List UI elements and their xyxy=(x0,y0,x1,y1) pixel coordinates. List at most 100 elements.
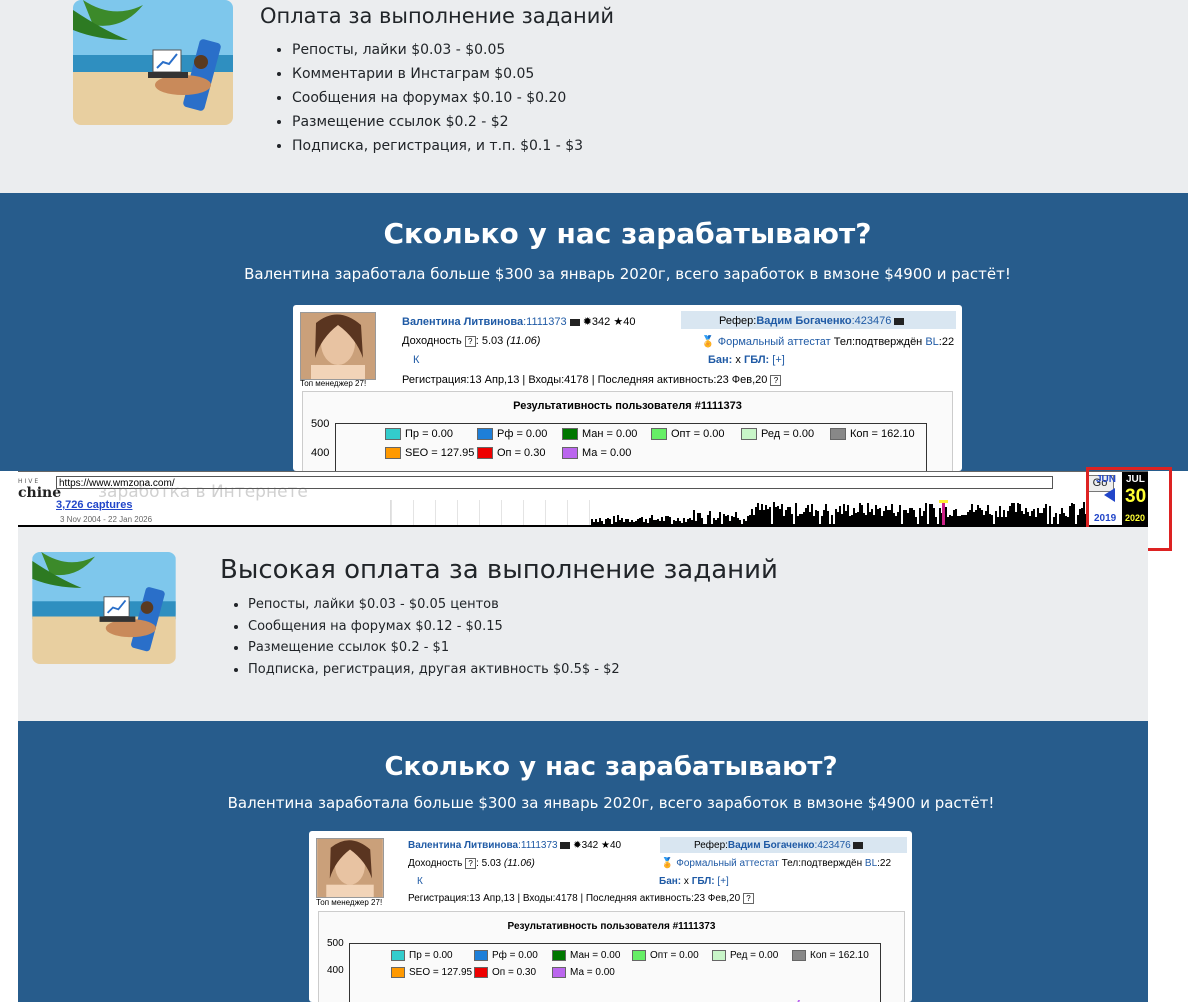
performance-chart: Результативность пользователя #1111373 5… xyxy=(318,911,905,1002)
legend-item-ma: Ма = 0.00 xyxy=(552,967,615,978)
user-name-link[interactable]: Валентина Литвинова xyxy=(402,316,523,328)
legend-swatch xyxy=(477,428,493,441)
star-count: 40 xyxy=(623,316,636,328)
referrer-id[interactable]: :423476 xyxy=(815,840,851,851)
reg-line: Регистрация:13 Апр,13 | Входы:4178 | Пос… xyxy=(402,374,782,386)
captures-sparkline[interactable] xyxy=(390,500,1087,525)
task-item: Подписка, регистрация, и т.п. $0.1 - $3 xyxy=(292,134,583,158)
task-item: Сообщения на форумах $0.12 - $0.15 xyxy=(248,616,620,638)
legend-swatch xyxy=(477,447,493,460)
help-icon[interactable]: ? xyxy=(465,858,477,869)
wayback-url-input[interactable]: https://www.wmzona.com/ xyxy=(56,476,1053,489)
phone-text: Тел:подтверждён xyxy=(778,858,865,869)
sparkline-bar xyxy=(769,507,771,525)
envelope-icon[interactable] xyxy=(853,841,864,849)
attest-link[interactable]: Формальный аттестат xyxy=(676,858,779,869)
sparkline-bar xyxy=(1049,505,1051,525)
referrer-name-link[interactable]: Вадим Богаченко xyxy=(728,840,815,851)
legend-swatch xyxy=(830,428,846,441)
attest-line: 🏅 Формальный аттестат Тел:подтверждён BL… xyxy=(701,335,954,348)
referrer-id[interactable]: :423476 xyxy=(852,315,892,327)
wayback-toolbar: HIVE chine заработка в Интернете https:/… xyxy=(18,471,1148,528)
legend-item-op: Оп = 0.30 xyxy=(477,447,545,460)
sparkline-gridline xyxy=(457,500,458,525)
legend-item-pr: Пр = 0.00 xyxy=(385,428,453,441)
sparkline-bars xyxy=(391,500,1087,525)
referrer-label: Рефер: xyxy=(694,840,728,851)
k-link[interactable]: К xyxy=(413,354,419,366)
help-icon[interactable]: ? xyxy=(770,374,782,386)
performance-chart: Результативность пользователя #1111373 5… xyxy=(302,391,953,471)
ban-value: х xyxy=(681,876,692,887)
task-item: Сообщения на форумах $0.10 - $0.20 xyxy=(292,86,583,110)
sparkline-bar xyxy=(719,511,721,525)
sparkline-gridline xyxy=(435,500,436,525)
user-id[interactable]: :1111373 xyxy=(518,840,557,851)
badge-count: 342 xyxy=(591,316,611,328)
envelope-icon[interactable] xyxy=(894,317,905,325)
task-item: Подписка, регистрация, другая активность… xyxy=(248,659,620,681)
chart-title: Результативность пользователя #1111373 xyxy=(507,921,716,932)
gbl-label: ГБЛ: xyxy=(743,354,770,366)
profile-card: Топ менеджер 27! Валентина Литвинова:111… xyxy=(293,305,962,471)
earnings-section: Сколько у нас зарабатывают? Валентина за… xyxy=(0,193,1188,471)
profit-line: Доходность ?: 5.03 (11.06) xyxy=(402,335,540,347)
user-id[interactable]: :1111373 xyxy=(523,316,566,328)
y-tick: 400 xyxy=(311,447,330,459)
legend-swatch xyxy=(474,950,488,961)
star-icon: ★ xyxy=(601,840,610,851)
badge-icon: ✹ xyxy=(582,316,592,328)
profile-photo xyxy=(316,838,384,898)
sparkline-gridline xyxy=(413,500,414,525)
referrer-line: Рефер:Вадим Богаченко:423476 xyxy=(694,840,864,851)
date-range: 3 Nov 2004 - 22 Jan 2026 xyxy=(60,515,153,524)
legend-swatch xyxy=(391,950,405,961)
star-icon: ★ xyxy=(613,316,624,328)
task-item: Размещение ссылок $0.2 - $1 xyxy=(248,637,620,659)
help-icon[interactable]: ? xyxy=(742,893,754,904)
profit-extra: (11.06) xyxy=(503,858,535,870)
y-tick: 400 xyxy=(327,965,344,976)
sparkline-gridline xyxy=(545,500,546,525)
gbl-toggle[interactable]: [+] xyxy=(715,876,728,887)
envelope-icon[interactable] xyxy=(569,318,580,326)
gbl-toggle[interactable]: [+] xyxy=(769,354,785,366)
photo-caption: Топ менеджер 27! xyxy=(316,898,383,907)
k-link[interactable]: К xyxy=(417,876,423,887)
top-tasks-panel: Оплата за выполнение заданий Репосты, ла… xyxy=(0,0,1188,193)
legend-item-pr: Пр = 0.00 xyxy=(391,950,453,961)
ban-label: Бан: xyxy=(708,354,733,366)
bl-link[interactable]: BL xyxy=(925,336,938,348)
legend-swatch xyxy=(552,950,566,961)
captures-link[interactable]: 3,726 captures xyxy=(56,499,132,511)
referrer-line: Рефер:Вадим Богаченко:423476 xyxy=(719,315,905,327)
reg-text: Регистрация:13 Апр,13 | Входы:4178 | Пос… xyxy=(402,374,768,386)
sparkline-gridline xyxy=(391,500,392,525)
user-line: Валентина Литвинова:1111373 ✹342 ★40 xyxy=(402,315,635,328)
legend-swatch xyxy=(474,967,488,978)
legend-item-opt: Опт = 0.00 xyxy=(651,428,725,441)
legend-swatch xyxy=(562,428,578,441)
high-pay-list: Репосты, лайки $0.03 - $0.05 центов Сооб… xyxy=(228,594,620,680)
profit-label: Доходность xyxy=(402,335,462,347)
logo-top-text: HIVE xyxy=(18,478,41,485)
profile-photo xyxy=(300,312,376,380)
attest-link[interactable]: Формальный аттестат xyxy=(718,336,831,348)
help-icon[interactable]: ? xyxy=(464,335,476,347)
legend-item-rf: Рф = 0.00 xyxy=(477,428,547,441)
profit-value: : 5.03 xyxy=(475,335,504,347)
sparkline-bar xyxy=(899,504,901,525)
gbl-label: ГБЛ: xyxy=(691,876,715,887)
sparkline-bar xyxy=(827,510,829,525)
sparkline-gridline xyxy=(479,500,480,525)
referrer-name-link[interactable]: Вадим Богаченко xyxy=(756,315,851,327)
earnings-section: Сколько у нас зарабатывают? Валентина за… xyxy=(18,721,1148,1002)
ban-line: Бан: х ГБЛ: [+] xyxy=(659,876,729,887)
bl-link[interactable]: BL xyxy=(865,858,877,869)
legend-item-opt: Опт = 0.00 xyxy=(632,950,699,961)
legend-item-op: Оп = 0.30 xyxy=(474,967,536,978)
bl-value: :22 xyxy=(877,858,892,869)
user-name-link[interactable]: Валентина Литвинова xyxy=(408,840,518,851)
envelope-icon[interactable] xyxy=(560,841,571,849)
legend-item-kop: Коп = 162.10 xyxy=(792,950,869,961)
